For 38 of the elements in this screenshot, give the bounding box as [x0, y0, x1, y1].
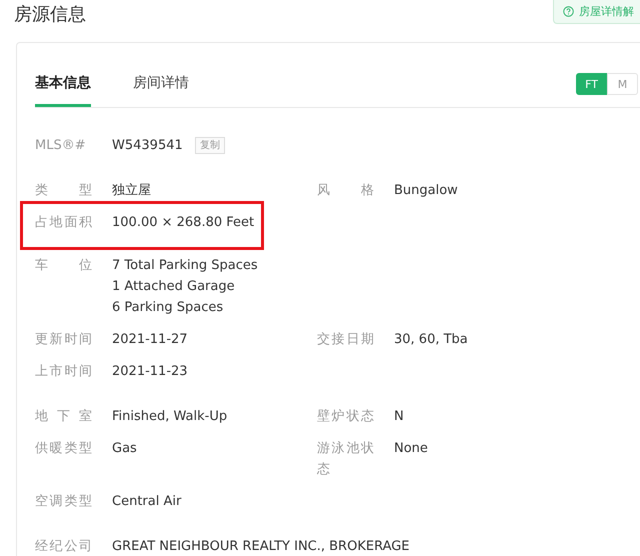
field-label: 地下室 — [35, 408, 92, 426]
help-icon — [563, 6, 574, 17]
field-label: 供暖类型 — [35, 440, 92, 458]
field-label: 类型 — [35, 182, 92, 200]
unit-toggle-button[interactable]: M — [607, 73, 638, 95]
tab[interactable]: 房间详情 — [133, 74, 189, 107]
field-value: 6 Parking Spaces — [112, 299, 224, 317]
field-value: 1 Attached Garage — [112, 278, 236, 296]
field-value: Gas — [112, 440, 138, 458]
field-value: 独立屋 — [112, 182, 152, 200]
field-value: N — [394, 408, 405, 426]
field-value: Bungalow — [394, 182, 459, 200]
field-value: 100.00 × 268.80 Feet — [112, 214, 256, 232]
field-label: 游泳池状态 — [317, 440, 374, 479]
field-label: 上市时间 — [35, 363, 92, 381]
field-label: 风格 — [317, 182, 374, 200]
field-label: 车位 — [35, 257, 92, 275]
help-button[interactable]: 房屋详情解 — [553, 0, 640, 24]
field-value: W5439541 — [112, 137, 183, 155]
field-value: None — [394, 440, 429, 458]
field-value: 7 Total Parking Spaces — [112, 257, 259, 275]
field-value: 2021-11-27 — [112, 331, 189, 349]
copy-button[interactable]: 复制 — [194, 137, 225, 154]
field-label: 壁炉状态 — [317, 408, 374, 426]
field-label: 更新时间 — [35, 331, 92, 349]
field-label: 占地面积 — [35, 214, 92, 232]
field-value: Central Air — [112, 493, 182, 511]
field-value: Finished, Walk-Up — [112, 408, 228, 426]
tab[interactable]: 基本信息 — [35, 74, 91, 107]
field-value: GREAT NEIGHBOUR REALTY INC., BROKERAGE — [112, 538, 410, 556]
field-label: 交接日期 — [317, 331, 374, 349]
page-title: 房源信息 — [14, 3, 86, 26]
field-label: 经纪公司 — [35, 538, 92, 556]
field-value: 2021-11-23 — [112, 363, 189, 381]
field-label: 空调类型 — [35, 493, 92, 511]
unit-toggle-button[interactable]: FT — [576, 73, 607, 95]
field-label: MLS®# — [35, 137, 87, 155]
field-value: 30, 60, Tba — [394, 331, 469, 349]
